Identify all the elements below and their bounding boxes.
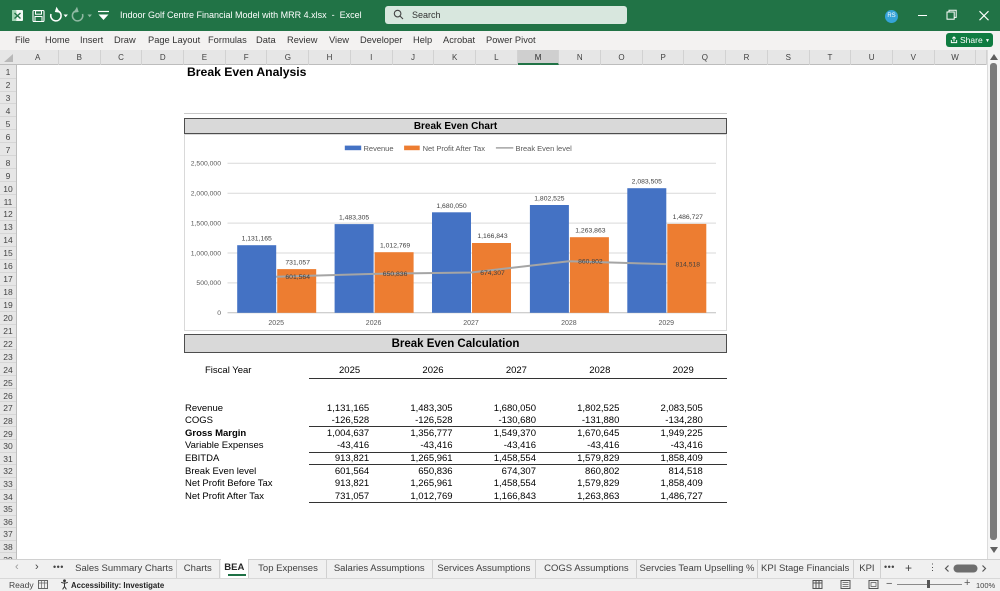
svg-text:2027: 2027 [463, 320, 479, 327]
svg-text:2029: 2029 [659, 320, 675, 327]
svg-text:2,500,000: 2,500,000 [191, 161, 221, 168]
svg-text:1,486,727: 1,486,727 [673, 214, 703, 221]
svg-text:650,836: 650,836 [383, 271, 408, 278]
svg-text:500,000: 500,000 [196, 280, 221, 287]
svg-text:601,564: 601,564 [285, 274, 310, 281]
svg-text:1,000,000: 1,000,000 [191, 250, 221, 257]
svg-text:1,680,050: 1,680,050 [436, 203, 466, 210]
svg-text:2025: 2025 [268, 320, 284, 327]
svg-text:860,802: 860,802 [578, 259, 603, 266]
svg-text:2028: 2028 [561, 320, 577, 327]
svg-text:Net Profit After Tax: Net Profit After Tax [423, 144, 486, 153]
svg-text:2,083,505: 2,083,505 [632, 179, 662, 186]
svg-text:1,802,525: 1,802,525 [534, 196, 564, 203]
svg-text:1,263,863: 1,263,863 [575, 227, 605, 234]
svg-text:Revenue: Revenue [364, 144, 394, 153]
svg-text:2,000,000: 2,000,000 [191, 191, 221, 198]
svg-text:2026: 2026 [366, 320, 382, 327]
svg-text:1,500,000: 1,500,000 [191, 220, 221, 227]
svg-text:Break Even level: Break Even level [516, 144, 573, 153]
svg-text:1,131,165: 1,131,165 [242, 236, 272, 243]
svg-text:1,166,843: 1,166,843 [477, 233, 507, 240]
svg-text:1,012,769: 1,012,769 [380, 242, 410, 249]
svg-text:731,057: 731,057 [285, 259, 310, 266]
svg-text:814,518: 814,518 [676, 261, 701, 268]
svg-text:1,483,305: 1,483,305 [339, 215, 369, 222]
svg-text:674,307: 674,307 [480, 270, 505, 277]
svg-text:0: 0 [217, 310, 221, 317]
